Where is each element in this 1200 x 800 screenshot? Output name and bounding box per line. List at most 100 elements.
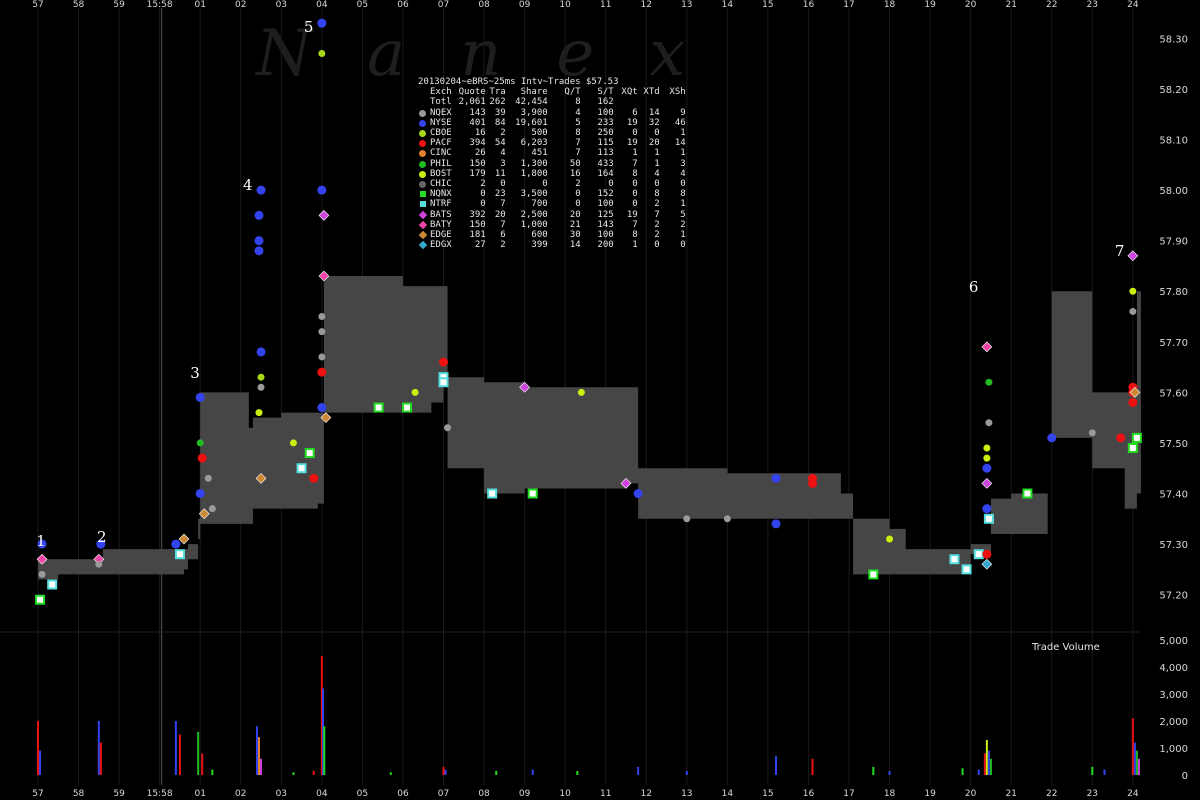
price-tick-label: 58.20: [1159, 85, 1188, 96]
volume-bar: [444, 769, 447, 775]
stats-cell: 2,061: [458, 97, 486, 108]
nbbo-band: [38, 276, 1141, 580]
stats-cell: 0: [480, 189, 486, 200]
exchange-marker-icon: [418, 220, 428, 230]
stats-cell: 8: [632, 168, 638, 179]
trade-marker: [178, 533, 190, 545]
stats-cell: 162: [597, 97, 614, 108]
trade-marker: [973, 549, 984, 560]
stats-cell: 19: [626, 138, 638, 149]
trade-marker: [196, 439, 204, 447]
volume-bar: [983, 753, 986, 775]
stats-cell: 32: [648, 117, 660, 128]
stats-cell: 19: [626, 117, 638, 128]
x-tick-label-top: 08: [478, 0, 490, 10]
x-tick-label-top: 05: [357, 0, 368, 10]
stats-cell: 3: [680, 158, 686, 169]
trade-marker: [296, 463, 307, 474]
x-tick-label-bottom: 21: [1005, 789, 1016, 799]
volume-bar: [576, 770, 579, 775]
event-label: 7: [1115, 242, 1125, 260]
trade-marker: [204, 474, 212, 482]
x-tick-label-top: 19: [924, 0, 936, 10]
stats-cell: 4: [500, 148, 506, 159]
trade-marker: [982, 504, 992, 514]
x-tick-label-top: 22: [1046, 0, 1057, 10]
stats-cell: 14: [648, 107, 660, 118]
trade-marker: [317, 18, 327, 28]
stats-row: CBOE 16 2 500 8 250 0 0 1: [418, 128, 686, 138]
volume-bar: [495, 770, 498, 775]
x-tick-label-bottom: 24: [1127, 789, 1139, 799]
stats-row: BATS 392 20 2,500 20 125 19 7 5: [418, 210, 686, 220]
stats-cell: 500: [531, 128, 548, 139]
stats-cell: 9: [680, 107, 686, 118]
x-tick-label-bottom: 22: [1046, 789, 1057, 799]
price-tick-label: 57.50: [1159, 439, 1188, 450]
exchange-marker-icon: [420, 201, 426, 208]
trade-marker: [318, 353, 326, 361]
stats-cell: 7: [575, 138, 581, 149]
stats-cell: 7: [654, 209, 660, 220]
exchange-marker-icon: [419, 130, 426, 138]
volume-bar: [99, 742, 102, 775]
x-tick-label-bottom: 59: [113, 789, 125, 799]
event-label: 5: [304, 18, 314, 36]
trade-marker: [254, 246, 264, 256]
stats-cell-exchange: NTRF: [418, 199, 452, 209]
x-tick-label-bottom: 02: [235, 789, 246, 799]
stats-cell: 700: [531, 199, 548, 210]
stats-cell: 150: [469, 158, 486, 169]
x-tick-label-top: 57: [32, 0, 43, 10]
stats-cell: 3,500: [520, 189, 548, 200]
x-tick-label-top: 04: [316, 0, 328, 10]
stats-cell: 8: [575, 97, 581, 108]
trade-marker: [983, 454, 991, 462]
event-label: 3: [190, 364, 200, 382]
stats-cell-exchange: PHIL: [418, 159, 452, 169]
stats-cell: 11: [494, 168, 506, 179]
volume-bar: [39, 750, 42, 775]
x-tick-label-bottom: 08: [478, 789, 490, 799]
stats-cell: 0: [608, 179, 614, 190]
volume-tick-label: 1,000: [1159, 744, 1188, 755]
stats-cell: [638, 97, 660, 107]
trade-marker: [983, 513, 994, 524]
stats-cell: 399: [531, 240, 548, 251]
trade-marker: [174, 549, 185, 560]
stats-cell: 1: [680, 199, 686, 210]
stats-cell: 8: [654, 189, 660, 200]
x-tick-label-bottom: 05: [357, 789, 368, 799]
trade-marker: [402, 402, 413, 413]
x-tick-label-top: 15:58: [147, 0, 173, 10]
exchange-marker-icon: [419, 140, 426, 148]
stats-cell: 433: [597, 158, 614, 169]
stats-row: BOST 179 11 1,800 16 164 8 4 4: [418, 169, 686, 179]
x-tick-label-top: 14: [722, 0, 734, 10]
volume-bar: [178, 734, 181, 775]
stats-grid: Exch Quote Tra Share Q/T S/T XQt XTd XSh Totl 2,06…: [418, 87, 686, 250]
stats-row: CHIC 2 0 0 2 0 0 0 0: [418, 179, 686, 189]
stats-cell: 7: [500, 199, 506, 210]
stats-cell: 7: [632, 158, 638, 169]
stats-row: NQEX 143 39 3,900 4 100 6 14 9: [418, 108, 686, 118]
trade-marker: [309, 473, 319, 483]
event-label: 2: [97, 528, 107, 546]
stats-cell: 84: [494, 117, 506, 128]
exchange-marker-icon: [419, 119, 426, 127]
trade-marker: [981, 478, 993, 489]
trade-marker: [886, 535, 894, 543]
exchange-marker-icon: [418, 230, 428, 240]
stats-cell: Quote: [458, 87, 486, 98]
stats-cell: XTd: [643, 87, 660, 98]
trade-marker: [256, 185, 266, 195]
exchange-marker-icon: [418, 241, 428, 250]
stats-cell: 150: [469, 219, 486, 230]
stats-row: NQNX 0 23 3,500 0 152 0 8 8: [418, 189, 686, 199]
volume-tick-label: 3,000: [1159, 690, 1188, 701]
volume-bar: [872, 766, 875, 775]
volume-bar: [257, 737, 260, 775]
volume-tick-label: 5,000: [1159, 636, 1188, 647]
price-tick-label: 57.60: [1159, 388, 1188, 399]
stats-cell-exchange: CHIC: [418, 179, 452, 189]
